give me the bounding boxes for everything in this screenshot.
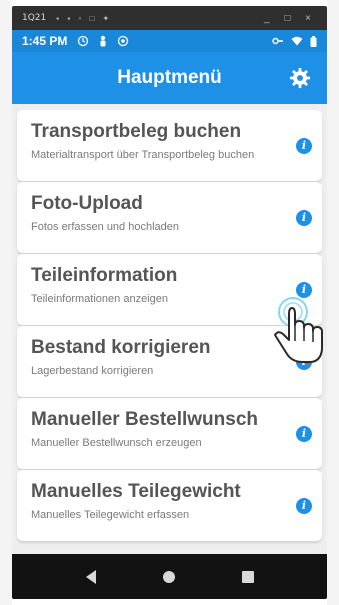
device-edge-left bbox=[0, 0, 12, 605]
status-notification-icons bbox=[77, 35, 129, 47]
app-bar: Hauptmenü bbox=[12, 52, 327, 104]
home-icon bbox=[163, 570, 176, 583]
sync-icon bbox=[78, 35, 89, 47]
emulator-toolbar-icons: ▪ ▪ ▫ □ ✦ bbox=[56, 13, 113, 23]
menu-item-title: Manueller Bestellwunsch bbox=[31, 409, 259, 430]
recents-icon bbox=[241, 570, 254, 583]
gear-icon bbox=[289, 67, 311, 89]
battery-icon bbox=[310, 35, 317, 47]
info-icon[interactable]: i bbox=[296, 138, 312, 154]
person-icon bbox=[100, 35, 106, 47]
back-icon bbox=[86, 569, 97, 584]
emulator-window-controls[interactable]: _ □ × bbox=[264, 13, 317, 24]
nav-recents-button[interactable] bbox=[228, 557, 268, 597]
nav-back-button[interactable] bbox=[71, 557, 111, 597]
info-icon[interactable]: i bbox=[296, 282, 312, 298]
camera-icon bbox=[118, 35, 129, 47]
status-bar: 1:45 PM bbox=[12, 30, 327, 52]
menu-item-title: Foto-Upload bbox=[31, 193, 143, 214]
menu-item-title: Teileinformation bbox=[31, 265, 178, 286]
phone-screen: 1Q21 ▪ ▪ ▫ □ ✦ _ □ × 1:45 PM Hauptmenü T… bbox=[12, 6, 327, 599]
menu-item-subtitle: Fotos erfassen und hochladen bbox=[31, 221, 179, 233]
menu-item-subtitle: Materialtransport über Transportbeleg bu… bbox=[31, 149, 255, 161]
menu-item-subtitle: Teileinformationen anzeigen bbox=[31, 293, 168, 305]
settings-button[interactable] bbox=[287, 65, 313, 91]
status-time: 1:45 PM bbox=[22, 34, 68, 48]
info-icon[interactable]: i bbox=[296, 210, 312, 226]
main-menu-list: Transportbeleg buchen Materialtransport … bbox=[17, 110, 322, 542]
info-icon[interactable]: i bbox=[296, 498, 312, 514]
menu-item-transportbeleg[interactable]: Transportbeleg buchen Materialtransport … bbox=[17, 110, 322, 182]
status-system-icons bbox=[272, 35, 317, 47]
emulator-window-bar: 1Q21 ▪ ▪ ▫ □ ✦ _ □ × bbox=[12, 6, 327, 30]
menu-item-title: Bestand korrigieren bbox=[31, 337, 211, 358]
menu-item-subtitle: Manuelles Teilegewicht erfassen bbox=[31, 509, 190, 521]
page-title: Hauptmenü bbox=[117, 67, 222, 88]
menu-item-title: Manuelles Teilegewicht bbox=[31, 481, 241, 502]
nav-home-button[interactable] bbox=[149, 557, 189, 597]
menu-item-teilegewicht[interactable]: Manuelles Teilegewicht Manuelles Teilege… bbox=[17, 470, 322, 542]
menu-item-subtitle: Manueller Bestellwunsch erzeugen bbox=[31, 437, 202, 449]
menu-item-title: Transportbeleg buchen bbox=[31, 121, 242, 142]
info-icon[interactable]: i bbox=[296, 426, 312, 442]
screenshot-frame: 1Q21 ▪ ▪ ▫ □ ✦ _ □ × 1:45 PM Hauptmenü T… bbox=[0, 0, 339, 605]
device-edge-right bbox=[327, 0, 339, 605]
wifi-icon bbox=[291, 36, 303, 46]
info-icon[interactable]: i bbox=[296, 354, 312, 370]
emulator-title: 1Q21 bbox=[22, 13, 47, 23]
menu-item-foto-upload[interactable]: Foto-Upload Fotos erfassen und hochladen… bbox=[17, 182, 322, 254]
key-icon bbox=[272, 37, 283, 45]
menu-item-bestand-korrigieren[interactable]: Bestand korrigieren Lagerbestand korrigi… bbox=[17, 326, 322, 398]
menu-item-bestellwunsch[interactable]: Manueller Bestellwunsch Manueller Bestel… bbox=[17, 398, 322, 470]
menu-item-teileinformation[interactable]: Teileinformation Teileinformationen anze… bbox=[17, 254, 322, 326]
android-navigation-bar bbox=[12, 554, 327, 599]
menu-item-subtitle: Lagerbestand korrigieren bbox=[31, 365, 154, 377]
